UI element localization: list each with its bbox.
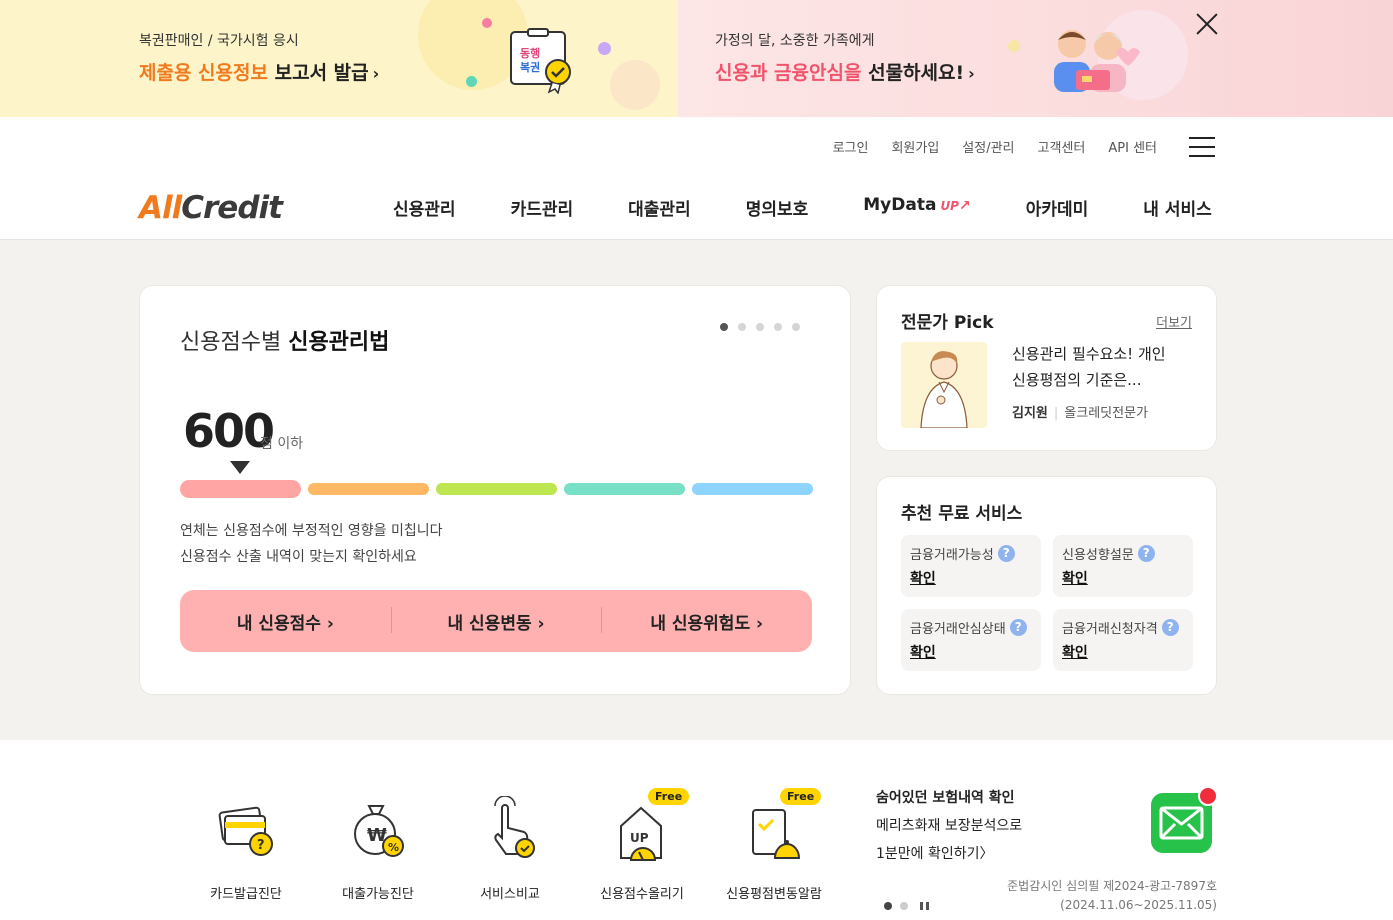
close-banner-button[interactable] [1193, 10, 1221, 38]
quick-menu: ? 카드발급진단 ₩ % 대출가능진단 서비스비교 Free UP 신용점수올리… [180, 788, 840, 902]
score-marker-icon [230, 461, 250, 474]
expert-pick-card: 전문가 Pick 더보기 신용관리 필수요소! 개인 신용평점의 기준은... … [876, 285, 1217, 451]
confirm-link[interactable]: 확인 [1062, 642, 1184, 662]
main-nav: 신용관리 카드관리 대출관리 명의보호 MyData UP↗ 아카데미 내 서비스 [393, 195, 1212, 220]
money-bag-icon: ₩ % [343, 796, 413, 866]
service-financial-eligibility[interactable]: 금융거래신청자격? 확인 [1053, 609, 1193, 671]
nav-academy[interactable]: 아카데미 [1026, 195, 1089, 220]
quick-card-diagnosis[interactable]: ? 카드발급진단 [180, 790, 312, 902]
banner-left-headline[interactable]: 제출용 신용정보 보고서 발급 › [139, 58, 379, 85]
help-icon[interactable]: ? [1009, 619, 1027, 636]
expert-meta: 김지원 | 올크레딧전문가 [1012, 406, 1149, 421]
score-band-segment [180, 480, 301, 498]
score-band-bar [180, 480, 813, 498]
nav-loan[interactable]: 대출관리 [628, 195, 691, 220]
nav-identity[interactable]: 명의보호 [746, 195, 809, 220]
login-link[interactable]: 로그인 [833, 137, 869, 156]
free-services-grid: 금융거래가능성? 확인 신용성향설문? 확인 금융거래안심상태? 확인 금융거래… [901, 535, 1193, 671]
free-services-card: 추천 무료 서비스 금융거래가능성? 확인 신용성향설문? 확인 금융거래안심상… [876, 476, 1217, 695]
hand-pointer-icon [475, 795, 545, 866]
score-action-buttons: 내 신용점수 › 내 신용변동 › 내 신용위험도 › [180, 590, 812, 652]
api-center-link[interactable]: API 센터 [1108, 137, 1157, 156]
decor-dot [598, 42, 611, 55]
expert-article-link[interactable]: 신용관리 필수요소! 개인 신용평점의 기준은... [1012, 341, 1192, 393]
nav-credit[interactable]: 신용관리 [393, 195, 456, 220]
help-icon[interactable]: ? [997, 545, 1015, 562]
banner-right-subtitle: 가정의 달, 소중한 가족에게 [715, 33, 875, 49]
service-financial-possibility[interactable]: 금융거래가능성? 확인 [901, 535, 1041, 597]
signup-link[interactable]: 회원가입 [891, 137, 939, 156]
credit-score-card: 신용점수별 신용관리법 600 점 이하 연체는 신용점수에 부정적인 영향을 … [139, 285, 851, 695]
confirm-link[interactable]: 확인 [910, 642, 1032, 662]
allcredit-logo[interactable]: AllCredit [139, 190, 283, 226]
service-credit-survey[interactable]: 신용성향설문? 확인 [1053, 535, 1193, 597]
score-unit: 점 이하 [260, 436, 304, 452]
nav-mydata[interactable]: MyData UP↗ [863, 195, 970, 220]
decor-dot [466, 76, 477, 87]
customer-center-link[interactable]: 고객센터 [1038, 137, 1086, 156]
my-credit-score-button[interactable]: 내 신용점수 › [180, 609, 391, 634]
decor-circle [610, 60, 660, 110]
ad-slide-dot[interactable] [884, 902, 892, 910]
my-credit-risk-button[interactable]: 내 신용위험도 › [601, 606, 812, 634]
slide-pagination [720, 323, 800, 331]
quick-service-compare[interactable]: 서비스비교 [444, 790, 576, 902]
free-services-title: 추천 무료 서비스 [901, 504, 1023, 524]
slide-dot[interactable] [756, 323, 764, 331]
service-financial-safety[interactable]: 금융거래안심상태? 확인 [901, 609, 1041, 671]
svg-text:%: % [388, 841, 399, 854]
nav-my-service[interactable]: 내 서비스 [1143, 195, 1211, 220]
help-icon[interactable]: ? [1161, 619, 1179, 636]
nav-card[interactable]: 카드관리 [511, 195, 574, 220]
insurance-ad[interactable]: 숨어있던 보험내역 확인 메리츠화재 보장분석으로 1분만에 확인하기〉 [876, 784, 1022, 868]
quick-loan-diagnosis[interactable]: ₩ % 대출가능진단 [312, 790, 444, 902]
score-band-segment [692, 483, 813, 495]
help-icon[interactable]: ? [1137, 545, 1155, 562]
svg-text:UP: UP [630, 831, 649, 845]
menu-icon[interactable] [1189, 137, 1215, 157]
score-up-icon: UP [607, 796, 677, 866]
lottery-certificate-icon: 동행 복권 [508, 28, 574, 95]
banner-credit-report[interactable]: 복권판매인 / 국가시험 응시 제출용 신용정보 보고서 발급 › 동행 복권 [0, 0, 678, 117]
svg-text:?: ? [257, 838, 265, 853]
pause-icon[interactable] [920, 902, 929, 910]
confirm-link[interactable]: 확인 [910, 568, 1032, 588]
quick-score-alarm[interactable]: Free 신용평점변동알람 [708, 788, 840, 902]
decor-dot [482, 18, 492, 28]
card-check-icon: ? [211, 796, 281, 866]
arrow-up-icon: ↗ [958, 198, 971, 214]
score-band-segment [308, 483, 429, 495]
slide-dot[interactable] [720, 323, 728, 331]
banner-right-headline[interactable]: 신용과 금융안심을 선물하세요! › [715, 58, 975, 85]
decor-dot [1008, 40, 1020, 52]
banner-family-gift[interactable]: 가정의 달, 소중한 가족에게 신용과 금융안심을 선물하세요! › [678, 0, 1393, 117]
quick-score-up[interactable]: Free UP 신용점수올리기 [576, 788, 708, 902]
top-banner: 복권판매인 / 국가시험 응시 제출용 신용정보 보고서 발급 › 동행 복권 가… [0, 0, 1393, 117]
score-band-segment [436, 483, 557, 495]
notification-dot-icon [1198, 786, 1218, 806]
confirm-link[interactable]: 확인 [1062, 568, 1184, 588]
settings-link[interactable]: 설정/관리 [962, 137, 1014, 156]
utility-nav: 로그인 회원가입 설정/관리 고객센터 API 센터 [833, 137, 1157, 156]
score-band-segment [564, 483, 685, 495]
expert-pick-title: 전문가 Pick [901, 313, 994, 333]
ad-compliance-notice: 준법감시인 심의필 제2024-광고-7897호 (2024.11.06~202… [1007, 879, 1217, 912]
more-link[interactable]: 더보기 [1156, 312, 1192, 331]
score-description: 연체는 신용점수에 부정적인 영향을 미칩니다 신용점수 산출 내역이 맞는지 … [180, 523, 443, 565]
up-badge-icon: UP [940, 199, 959, 213]
slide-dot[interactable] [738, 323, 746, 331]
ad-pagination [884, 902, 929, 910]
my-credit-change-button[interactable]: 내 신용변동 › [390, 606, 602, 634]
family-illustration-icon [1038, 22, 1148, 98]
alarm-bell-icon [739, 796, 809, 866]
chevron-right-icon: › [372, 64, 380, 83]
card-title: 신용점수별 신용관리법 [180, 330, 390, 355]
slide-dot[interactable] [792, 323, 800, 331]
banner-left-subtitle: 복권판매인 / 국가시험 응시 [139, 33, 299, 49]
chevron-right-icon: › [968, 64, 975, 83]
expert-thumbnail[interactable] [901, 342, 987, 428]
ad-slide-dot[interactable] [900, 902, 908, 910]
slide-dot[interactable] [774, 323, 782, 331]
